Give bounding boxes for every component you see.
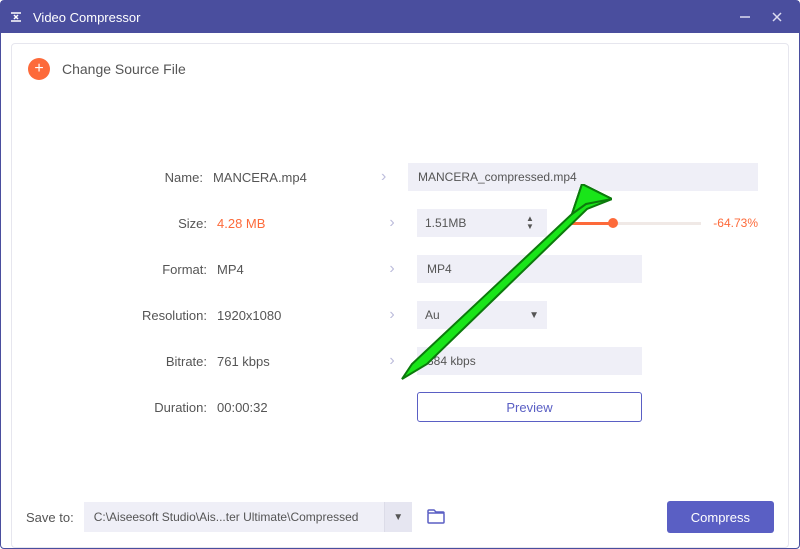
save-to-label: Save to: (26, 510, 74, 525)
compress-label: Compress (691, 510, 750, 525)
preview-button[interactable]: Preview (417, 392, 642, 422)
duration-label: Duration: (42, 400, 217, 415)
row-resolution: Resolution: 1920x1080 › Au ▼ (42, 292, 758, 338)
source-duration: 00:00:32 (217, 400, 367, 415)
preview-label: Preview (506, 400, 552, 415)
target-size-value: 1.51MB (425, 216, 466, 230)
format-label: Format: (42, 262, 217, 277)
slider-fill (565, 222, 613, 225)
source-bitrate: 761 kbps (217, 354, 367, 369)
change-source-header[interactable]: + Change Source File (12, 44, 788, 94)
save-path-dropdown[interactable]: ▼ (384, 502, 412, 532)
bottom-bar: Save to: C:\Aiseesoft Studio\Ais...ter U… (12, 487, 788, 547)
row-name: Name: MANCERA.mp4 › (42, 154, 758, 200)
titlebar: Video Compressor (1, 1, 799, 33)
target-size-stepper[interactable]: 1.51MB ▲▼ (417, 209, 547, 237)
target-name-input[interactable] (408, 163, 758, 191)
size-label: Size: (42, 216, 217, 231)
target-resolution-value: Au (425, 308, 440, 322)
row-bitrate: Bitrate: 761 kbps › (42, 338, 758, 384)
bitrate-label: Bitrate: (42, 354, 217, 369)
size-slider[interactable] (565, 222, 701, 225)
source-format: MP4 (217, 262, 367, 277)
arrow-icon: › (367, 306, 417, 324)
close-button[interactable] (761, 1, 793, 33)
change-source-label: Change Source File (62, 61, 186, 77)
resolution-label: Resolution: (42, 308, 217, 323)
reduction-percent: -64.73% (713, 216, 758, 230)
row-duration: Duration: 00:00:32 Preview (42, 384, 758, 430)
plus-icon: + (28, 58, 50, 80)
source-size: 4.28 MB (217, 216, 367, 231)
save-path-text: C:\Aiseesoft Studio\Ais...ter Ultimate\C… (94, 510, 359, 524)
slider-handle[interactable] (608, 218, 618, 228)
name-label: Name: (42, 170, 213, 185)
target-bitrate-input[interactable] (417, 347, 642, 375)
source-resolution: 1920x1080 (217, 308, 367, 323)
arrow-icon: › (367, 260, 417, 278)
main-card: + Change Source File Name: MANCERA.mp4 ›… (11, 43, 789, 548)
target-format-input[interactable] (417, 255, 642, 283)
row-format: Format: MP4 › (42, 246, 758, 292)
form-area: Name: MANCERA.mp4 › Size: 4.28 MB › 1.51… (12, 94, 788, 487)
arrow-icon: › (367, 352, 417, 370)
arrow-icon: › (359, 168, 408, 186)
window-title: Video Compressor (33, 10, 140, 25)
row-size: Size: 4.28 MB › 1.51MB ▲▼ (42, 200, 758, 246)
stepper-icon[interactable]: ▲▼ (521, 212, 539, 234)
minimize-button[interactable] (729, 1, 761, 33)
source-name: MANCERA.mp4 (213, 170, 359, 185)
chevron-down-icon: ▼ (529, 310, 539, 321)
compress-button[interactable]: Compress (667, 501, 774, 533)
save-path-box[interactable]: C:\Aiseesoft Studio\Ais...ter Ultimate\C… (84, 502, 384, 532)
open-folder-button[interactable] (422, 503, 450, 531)
arrow-icon: › (367, 214, 417, 232)
target-resolution-select[interactable]: Au ▼ (417, 301, 547, 329)
app-icon (7, 8, 25, 26)
